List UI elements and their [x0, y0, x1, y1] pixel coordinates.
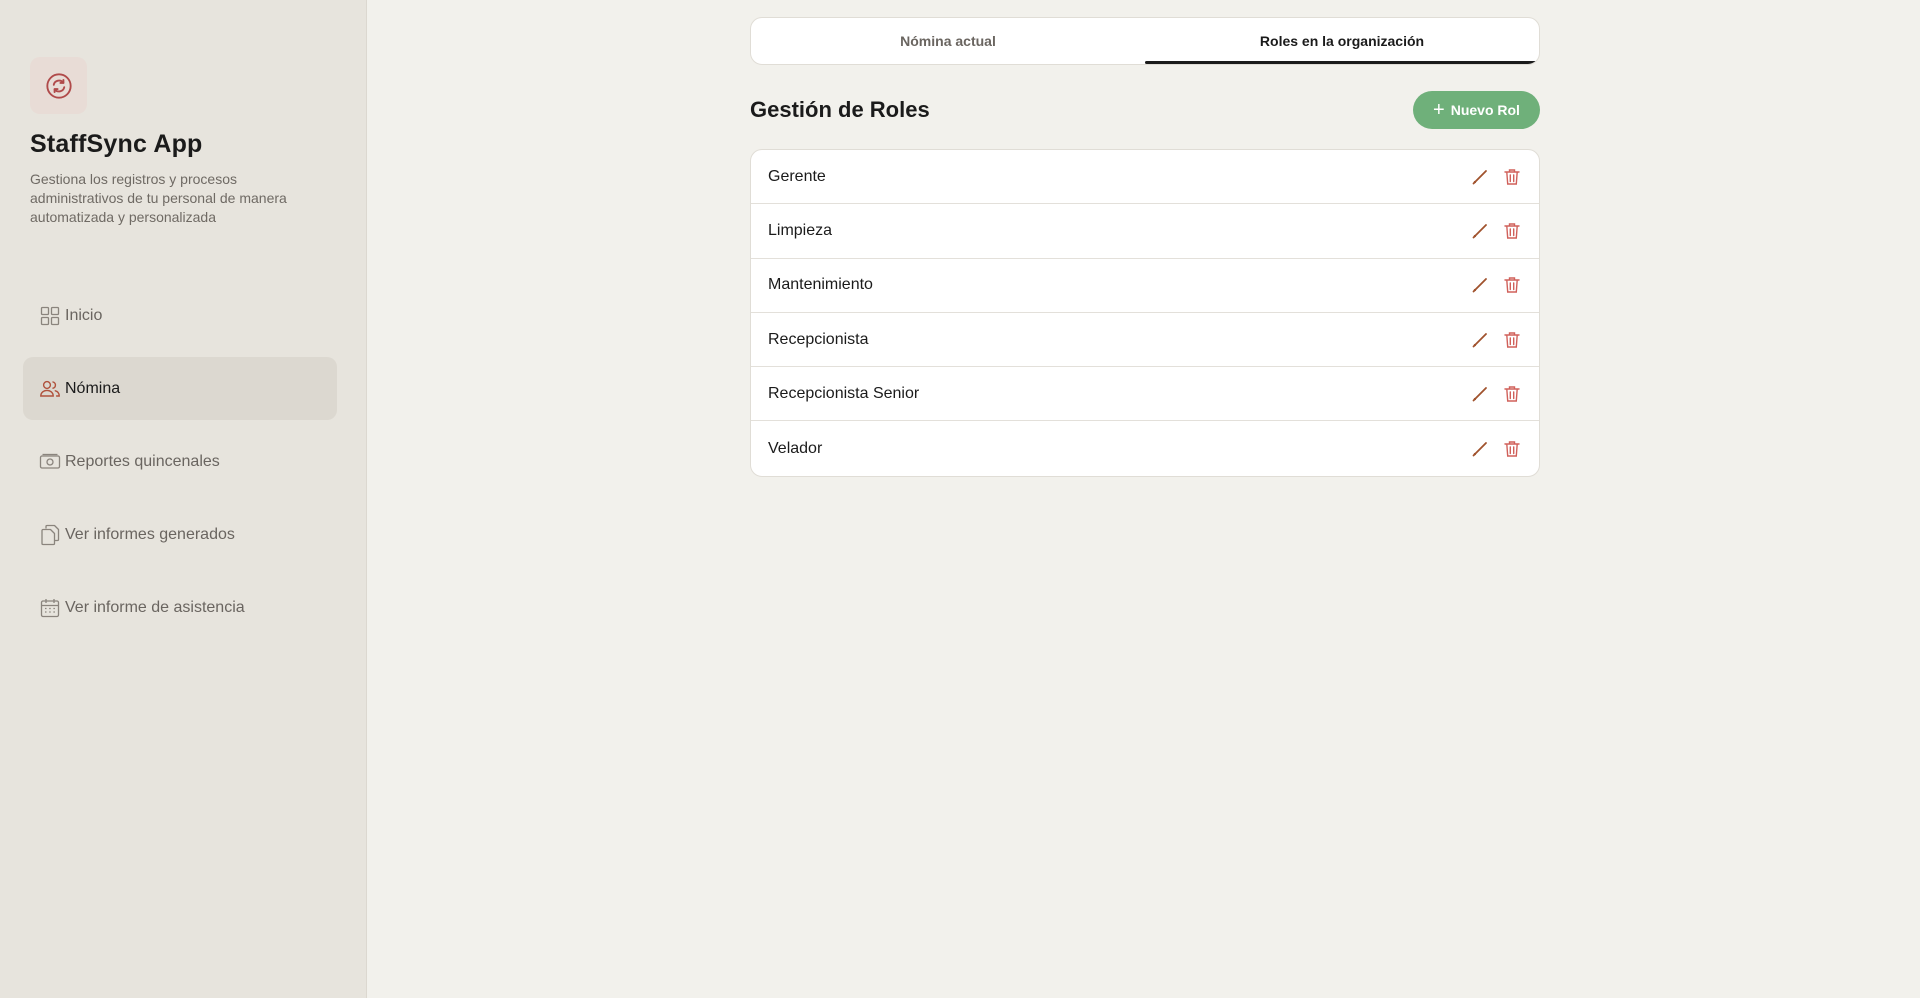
- list-item: Velador: [751, 421, 1539, 475]
- plus-icon: +: [1433, 99, 1445, 121]
- grid-icon: [39, 305, 61, 327]
- trash-icon[interactable]: [1502, 275, 1522, 295]
- sidebar: StaffSync App Gestiona los registros y p…: [0, 0, 367, 998]
- role-name: Limpieza: [768, 221, 833, 239]
- role-name: Recepcionista: [768, 330, 869, 348]
- trash-icon[interactable]: [1502, 384, 1522, 404]
- list-item: Recepcionista Senior: [751, 367, 1539, 422]
- pencil-icon[interactable]: [1470, 330, 1490, 350]
- pencil-icon[interactable]: [1470, 221, 1490, 241]
- roles-list: Gerente Limpieza Mantenimiento Recepcion…: [750, 149, 1540, 477]
- sidebar-item-label: Ver informe de asistencia: [65, 598, 245, 616]
- pencil-icon[interactable]: [1470, 167, 1490, 187]
- sidebar-item-inicio[interactable]: Inicio: [23, 284, 337, 347]
- trash-icon[interactable]: [1502, 221, 1522, 241]
- new-role-button[interactable]: + Nuevo Rol: [1413, 91, 1540, 129]
- list-item: Limpieza: [751, 204, 1539, 259]
- documents-icon: [39, 524, 61, 546]
- app-title: StaffSync App: [30, 130, 203, 158]
- page-title: Gestión de Roles: [750, 97, 930, 122]
- users-icon: [39, 378, 61, 400]
- trash-icon[interactable]: [1502, 167, 1522, 187]
- refresh-cycle-icon: [45, 72, 72, 99]
- sidebar-item-label: Reportes quincenales: [65, 452, 220, 470]
- main-content: Nómina actual Roles en la organización G…: [367, 0, 1920, 998]
- list-item: Mantenimiento: [751, 259, 1539, 313]
- list-item: Gerente: [751, 150, 1539, 205]
- sidebar-item-nomina[interactable]: Nómina: [23, 357, 337, 420]
- tab-nomina-actual[interactable]: Nómina actual: [751, 18, 1145, 64]
- calendar-icon: [39, 597, 61, 619]
- sidebar-item-label: Nómina: [65, 379, 121, 397]
- role-name: Gerente: [768, 167, 826, 185]
- pencil-icon[interactable]: [1470, 439, 1490, 459]
- sidebar-item-reportes-quincenales[interactable]: Reportes quincenales: [23, 430, 337, 493]
- app-description: Gestiona los registros y procesos admini…: [30, 171, 287, 225]
- sidebar-item-label: Ver informes generados: [65, 525, 235, 543]
- role-name: Mantenimiento: [768, 276, 873, 294]
- pencil-icon[interactable]: [1470, 384, 1490, 404]
- list-item: Recepcionista: [751, 313, 1539, 368]
- trash-icon[interactable]: [1502, 439, 1522, 459]
- tab-roles-organizacion[interactable]: Roles en la organización: [1145, 18, 1539, 64]
- sidebar-nav: Inicio Nómina Reportes quincenales Ver i…: [23, 284, 337, 649]
- sidebar-item-label: Inicio: [65, 306, 103, 324]
- money-icon: [39, 451, 61, 473]
- tab-bar: Nómina actual Roles en la organización: [750, 17, 1540, 65]
- sidebar-item-ver-informe-asistencia[interactable]: Ver informe de asistencia: [23, 576, 337, 639]
- role-name: Recepcionista Senior: [768, 384, 920, 402]
- pencil-icon[interactable]: [1470, 275, 1490, 295]
- new-role-button-label: Nuevo Rol: [1450, 102, 1520, 118]
- role-name: Velador: [768, 439, 823, 457]
- app-logo: [30, 57, 87, 114]
- sidebar-item-ver-informes-generados[interactable]: Ver informes generados: [23, 503, 337, 566]
- trash-icon[interactable]: [1502, 330, 1522, 350]
